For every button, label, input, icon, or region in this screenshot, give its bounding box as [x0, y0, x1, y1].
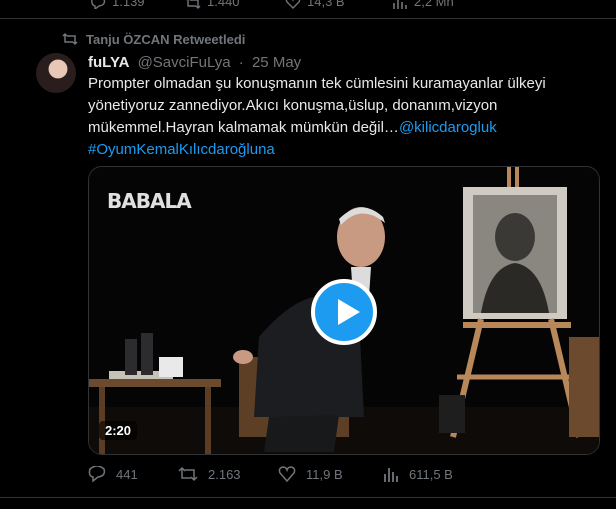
views-count: 611,5 B	[409, 467, 453, 482]
retweet-banner-text: Tanju ÖZCAN Retweetledi	[86, 32, 246, 47]
divider	[0, 497, 616, 498]
views-button[interactable]: 611,5 B	[383, 466, 453, 482]
tweet-text-line: #OyumKemalKılıcdaroğluna	[88, 139, 588, 161]
prev-reply-button[interactable]: 1.139	[90, 0, 145, 10]
retweet-icon	[185, 0, 201, 9]
retweet-banner[interactable]: Tanju ÖZCAN Retweetledi	[62, 32, 245, 47]
tweet-text-fragment: mükemmel.Hayran kalmamak mümkün değil…	[88, 119, 399, 136]
video-brand-logo: BABALA	[107, 189, 192, 213]
tweet-text-line: yönetiyoruz zannediyor.Akıcı konuşma,üsl…	[88, 97, 498, 114]
heart-icon	[285, 0, 301, 9]
reply-icon	[88, 465, 106, 483]
prev-retweet-count: 1.440	[207, 0, 240, 9]
prev-views-button[interactable]: 2,2 Mn	[392, 0, 454, 9]
mention-link[interactable]: @kilicdarogluk	[399, 119, 497, 136]
reply-button[interactable]: 441	[88, 465, 138, 483]
views-icon	[384, 468, 398, 482]
tweet-actions: 441 2.163 11,9 B 611,5 B	[88, 462, 598, 488]
hashtag-link[interactable]: #OyumKemalKılıcdaroğluna	[88, 141, 275, 158]
prev-retweet-button[interactable]: 1.440	[185, 0, 240, 9]
tweet-text-line: mükemmel.Hayran kalmamak mümkün değil…@k…	[88, 117, 588, 139]
like-button[interactable]: 11,9 B	[278, 466, 343, 483]
previous-tweet-actions: 1.139 1.440 14,3 B 2,2 Mn	[0, 0, 616, 19]
reply-count: 441	[116, 467, 138, 482]
video-player[interactable]: BABALA 2:20	[88, 166, 600, 455]
like-count: 11,9 B	[306, 467, 343, 482]
tweet-text-line: Prompter olmadan şu konuşmanın tek cümle…	[88, 75, 546, 92]
play-icon	[338, 299, 360, 325]
prev-views-count: 2,2 Mn	[414, 0, 454, 9]
tweet-header: fuLYA @SavciFuLya · 25 May	[88, 54, 301, 71]
separator: ·	[238, 54, 244, 71]
tweet-text: Prompter olmadan şu konuşmanın tek cümle…	[88, 73, 588, 161]
views-icon	[392, 0, 408, 9]
play-button[interactable]	[311, 279, 377, 345]
display-name[interactable]: fuLYA	[88, 54, 129, 71]
retweet-icon	[178, 466, 198, 482]
retweet-count: 2.163	[208, 467, 241, 482]
prev-like-count: 14,3 B	[307, 0, 345, 9]
retweet-icon	[62, 32, 78, 46]
video-duration: 2:20	[99, 421, 138, 440]
prev-reply-count: 1.139	[112, 0, 145, 9]
tweet-date[interactable]: 25 May	[252, 54, 301, 71]
reply-icon	[90, 0, 106, 10]
prev-like-button[interactable]: 14,3 B	[285, 0, 345, 9]
avatar[interactable]	[36, 53, 76, 93]
handle[interactable]: @SavciFuLya	[138, 54, 231, 71]
heart-icon	[278, 466, 296, 483]
retweet-button[interactable]: 2.163	[178, 466, 241, 482]
